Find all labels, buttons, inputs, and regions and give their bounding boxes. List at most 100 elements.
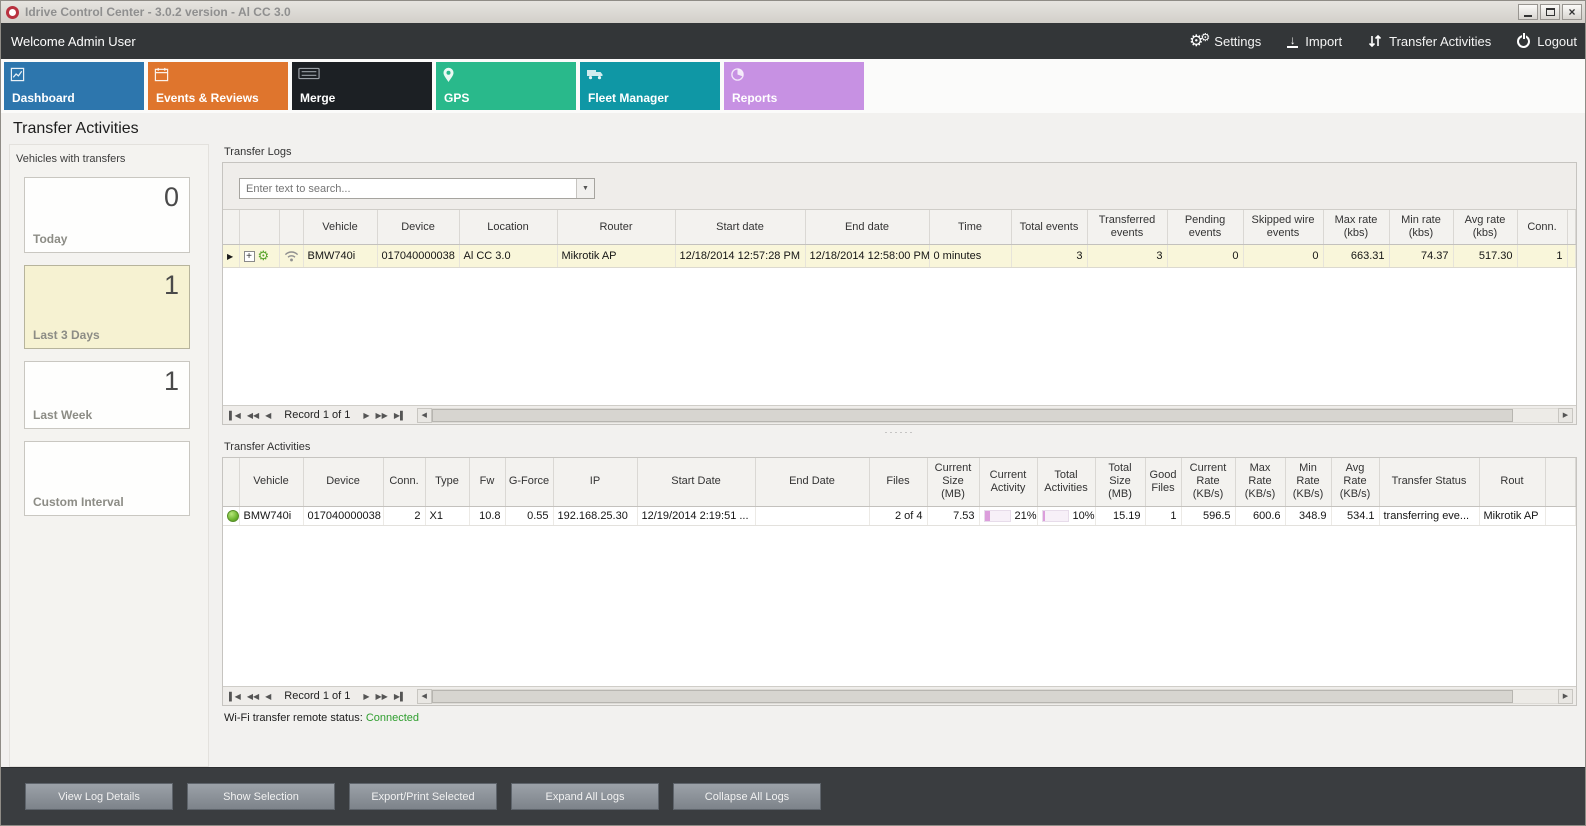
expand-plus-icon[interactable]: + [244,251,255,262]
col-transfer-status[interactable]: Transfer Status [1379,458,1479,506]
prev-page-button[interactable]: ◀◀ [244,692,262,701]
col-router[interactable]: Rout [1479,458,1545,506]
col-start-date[interactable]: Start date [675,210,805,245]
logs-horizontal-scrollbar[interactable]: ◀ ▶ [417,408,1573,423]
app-icon [6,6,19,19]
tab-events-reviews[interactable]: Events & Reviews [148,62,288,110]
col-device[interactable]: Device [303,458,383,506]
transfer-activities-panel: Vehicle Device Conn. Type Fw G-Force IP … [222,457,1577,706]
card-last-3-days[interactable]: 1 Last 3 Days [24,265,190,349]
col-good-files[interactable]: Good Files [1145,458,1181,506]
col-files[interactable]: Files [869,458,927,506]
panel-splitter-handle[interactable]: ······ [222,425,1577,439]
col-start-date[interactable]: Start Date [637,458,755,506]
prev-page-button[interactable]: ◀◀ [244,411,262,420]
scroll-right-button[interactable]: ▶ [1558,408,1573,423]
import-button[interactable]: ↓ Import [1287,34,1342,49]
record-counter: Record 1 of 1 [284,409,350,421]
card-last-3-days-label: Last 3 Days [33,328,100,342]
col-vehicle[interactable]: Vehicle [239,458,303,506]
tab-fleet-manager[interactable]: Fleet Manager [580,62,720,110]
main-column: Transfer Logs ▼ [222,144,1577,767]
prev-record-button[interactable]: ◀ [262,411,274,420]
transfer-log-row[interactable]: ▶ +⚙ BMW740i 0170 [223,245,1576,268]
col-total-events[interactable]: Total events [1011,210,1087,245]
col-total-activities[interactable]: Total Activities [1037,458,1095,506]
card-today[interactable]: 0 Today [24,177,190,253]
col-min-rate[interactable]: Min Rate (KB/s) [1285,458,1331,506]
search-dropdown-button[interactable]: ▼ [576,179,594,198]
col-current-activity[interactable]: Current Activity [979,458,1037,506]
expand-all-logs-button[interactable]: Expand All Logs [511,783,659,810]
col-current-rate[interactable]: Current Rate (KB/s) [1181,458,1235,506]
merge-keyboard-icon [298,67,320,80]
prev-record-button[interactable]: ◀ [262,692,274,701]
minimize-button[interactable] [1518,4,1538,20]
scrollbar-thumb[interactable] [432,409,1513,422]
first-record-button[interactable]: ▌◀ [226,411,244,420]
logout-button[interactable]: Logout [1517,34,1577,49]
tab-gps[interactable]: GPS [436,62,576,110]
current-activity-value: 21% [1015,510,1037,522]
last-record-button[interactable]: ▶▌ [391,692,409,701]
close-button[interactable]: × [1562,4,1582,20]
transfer-activity-row[interactable]: BMW740i 017040000038 2 X1 10.8 0.55 192.… [223,506,1576,525]
col-conn[interactable]: Conn. [1517,210,1567,245]
col-current-size[interactable]: Current Size (MB) [927,458,979,506]
view-log-details-button[interactable]: View Log Details [25,783,173,810]
last-record-button[interactable]: ▶▌ [391,411,409,420]
maximize-button[interactable] [1540,4,1560,20]
col-pending-events[interactable]: Pending events [1167,210,1243,245]
col-end-date[interactable]: End Date [755,458,869,506]
tab-reports[interactable]: Reports [724,62,864,110]
settings-button[interactable]: ⚙⚙ Settings [1189,31,1261,51]
tab-merge[interactable]: Merge [292,62,432,110]
first-record-button[interactable]: ▌◀ [226,692,244,701]
col-skipped-wire-events[interactable]: Skipped wire events [1243,210,1323,245]
col-gforce[interactable]: G-Force [505,458,553,506]
search-input[interactable] [240,179,576,198]
card-last-week[interactable]: 1 Last Week [24,361,190,429]
col-type[interactable]: Type [425,458,469,506]
tab-dashboard[interactable]: Dashboard [4,62,144,110]
col-end-date[interactable]: End date [805,210,929,245]
scroll-right-button[interactable]: ▶ [1558,689,1573,704]
col-fw[interactable]: Fw [469,458,505,506]
scrollbar-track[interactable] [432,689,1558,704]
transfer-activities-header-row: Vehicle Device Conn. Type Fw G-Force IP … [223,458,1576,506]
row-expand-cell[interactable]: +⚙ [239,245,279,268]
col-max-rate[interactable]: Max Rate (KB/s) [1235,458,1285,506]
activities-horizontal-scrollbar[interactable]: ◀ ▶ [417,689,1573,704]
scrollbar-thumb[interactable] [432,690,1513,703]
export-print-selected-button[interactable]: Export/Print Selected [349,783,497,810]
col-device[interactable]: Device [377,210,459,245]
scroll-left-button[interactable]: ◀ [417,408,432,423]
col-location[interactable]: Location [459,210,557,245]
col-min-rate[interactable]: Min rate (kbs) [1389,210,1453,245]
col-max-rate[interactable]: Max rate (kbs) [1323,210,1389,245]
next-record-button[interactable]: ▶ [360,411,372,420]
col-transferred-events[interactable]: Transferred events [1087,210,1167,245]
col-time[interactable]: Time [929,210,1011,245]
collapse-all-logs-button[interactable]: Collapse All Logs [673,783,821,810]
col-avg-rate[interactable]: Avg rate (kbs) [1453,210,1517,245]
show-selection-button[interactable]: Show Selection [187,783,335,810]
col-avg-rate[interactable]: Avg Rate (KB/s) [1331,458,1379,506]
scrollbar-track[interactable] [432,408,1558,423]
next-page-button[interactable]: ▶▶ [373,692,391,701]
cell-start-date: 12/19/2014 2:19:51 ... [637,506,755,525]
cell-router: Mikrotik AP [1479,506,1545,525]
col-conn[interactable]: Conn. [383,458,425,506]
col-vehicle[interactable]: Vehicle [303,210,377,245]
col-total-size[interactable]: Total Size (MB) [1095,458,1145,506]
next-record-button[interactable]: ▶ [360,692,372,701]
scroll-left-button[interactable]: ◀ [417,689,432,704]
status-cell [223,506,239,525]
cell-device: 017040000038 [303,506,383,525]
card-custom-interval[interactable]: Custom Interval [24,441,190,516]
transfer-activities-title: Transfer Activities [224,441,1577,453]
next-page-button[interactable]: ▶▶ [373,411,391,420]
col-router[interactable]: Router [557,210,675,245]
col-ip[interactable]: IP [553,458,637,506]
transfer-activities-button[interactable]: Transfer Activities [1368,34,1491,49]
